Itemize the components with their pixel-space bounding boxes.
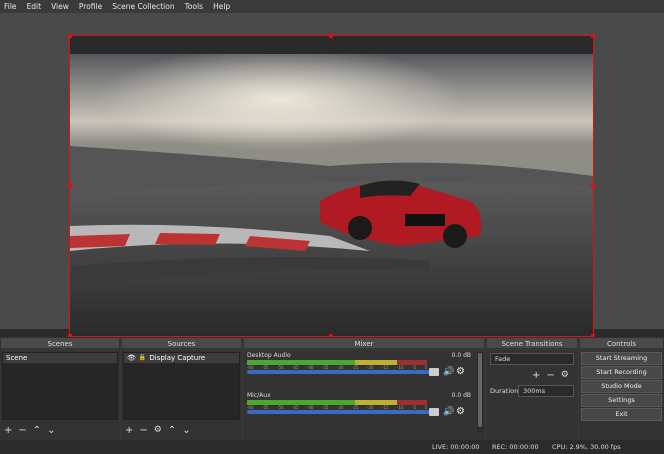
volume-fader[interactable] [247,410,435,414]
mixer-scrollbar[interactable] [477,352,483,432]
resize-handle[interactable] [68,34,72,38]
volume-fader-handle[interactable] [429,368,439,376]
track-name: Desktop Audio [247,352,291,359]
preview-image [70,36,593,336]
cpu-fps: CPU: 2.9%, 30.00 fps [552,443,621,451]
source-item[interactable]: 👁 🔒 Display Capture [124,353,239,363]
move-source-down-button[interactable]: ⌄ [182,425,190,436]
transition-select[interactable]: Fade [490,353,574,365]
scene-item[interactable]: Scene [3,353,117,363]
move-scene-up-button[interactable]: ⌃ [33,425,41,436]
scenes-dock: Scenes Scene + − ⌃ ⌄ [0,337,120,440]
remove-transition-button[interactable]: − [546,370,554,381]
volume-icon[interactable]: 🔊 [443,367,454,377]
mixer-dock: Mixer Desktop Audio 0.0 dB -60 -55 -50 -45-… [243,337,485,440]
scenes-list[interactable]: Scene [2,352,118,420]
mixer-track-desktop: Desktop Audio 0.0 dB -60 -55 -50 -45 -40 -35-… [247,352,471,382]
settings-button[interactable]: Settings [581,394,662,407]
source-item-label: Display Capture [149,354,206,362]
resize-handle[interactable] [329,34,333,38]
sources-list[interactable]: 👁 🔒 Display Capture [123,352,240,420]
volume-fader-handle[interactable] [429,408,439,416]
controls-dock: Controls Start Streaming Start Recording… [579,337,664,440]
resize-handle[interactable] [68,184,72,188]
scenes-title: Scenes [0,337,120,349]
controls-title: Controls [579,337,664,349]
gear-icon[interactable]: ⚙ [456,366,465,377]
duration-label: Duration [490,387,519,395]
preview-area [0,13,664,338]
menu-help[interactable]: Help [213,2,230,11]
menu-profile[interactable]: Profile [79,2,102,11]
resize-handle[interactable] [591,184,595,188]
track-name: Mic/Aux [247,392,271,399]
menu-scene-collection[interactable]: Scene Collection [112,2,174,11]
resize-handle[interactable] [591,34,595,38]
preview-canvas[interactable] [68,34,595,338]
menu-edit[interactable]: Edit [27,2,42,11]
studio-mode-button[interactable]: Studio Mode [581,380,662,393]
sources-title: Sources [121,337,242,349]
track-db: 0.0 dB [451,352,471,359]
add-scene-button[interactable]: + [4,425,12,436]
source-properties-gear-icon[interactable]: ⚙ [154,425,162,436]
menu-file[interactable]: File [4,2,17,11]
menu-bar: File Edit View Profile Scene Collection … [0,0,664,13]
add-source-button[interactable]: + [125,425,133,436]
volume-icon[interactable]: 🔊 [443,407,454,417]
transitions-title: Scene Transitions [486,337,578,349]
docks: Scenes Scene + − ⌃ ⌄ Sources 👁 🔒 Display… [0,337,664,440]
duration-input[interactable]: 300ms [518,385,574,397]
eye-icon[interactable]: 👁 [127,353,136,363]
menu-tools[interactable]: Tools [185,2,203,11]
mixer-title: Mixer [243,337,485,349]
live-timer: LIVE: 00:00:00 [432,443,480,451]
gear-icon[interactable]: ⚙ [456,406,465,417]
add-transition-button[interactable]: + [532,370,540,381]
menu-view[interactable]: View [51,2,69,11]
transition-gear-icon[interactable]: ⚙ [561,370,569,381]
start-recording-button[interactable]: Start Recording [581,366,662,379]
lock-icon[interactable]: 🔒 [139,353,146,363]
transitions-dock: Scene Transitions Fade + − ⚙ Duration 30… [486,337,578,440]
mixer-track-mic: Mic/Aux 0.0 dB -60 -55 -50 -45 -40 -35 -30 -25-… [247,392,471,422]
move-source-up-button[interactable]: ⌃ [168,425,176,436]
remove-scene-button[interactable]: − [18,425,26,436]
volume-fader[interactable] [247,370,435,374]
status-bar: LIVE: 00:00:00 REC: 00:00:00 CPU: 2.9%, … [0,440,664,454]
start-streaming-button[interactable]: Start Streaming [581,352,662,365]
track-db: 0.0 dB [451,392,471,399]
remove-source-button[interactable]: − [139,425,147,436]
exit-button[interactable]: Exit [581,408,662,421]
rec-timer: REC: 00:00:00 [492,443,539,451]
move-scene-down-button[interactable]: ⌄ [47,425,55,436]
sources-dock: Sources 👁 🔒 Display Capture + − ⚙ ⌃ ⌄ [121,337,242,440]
